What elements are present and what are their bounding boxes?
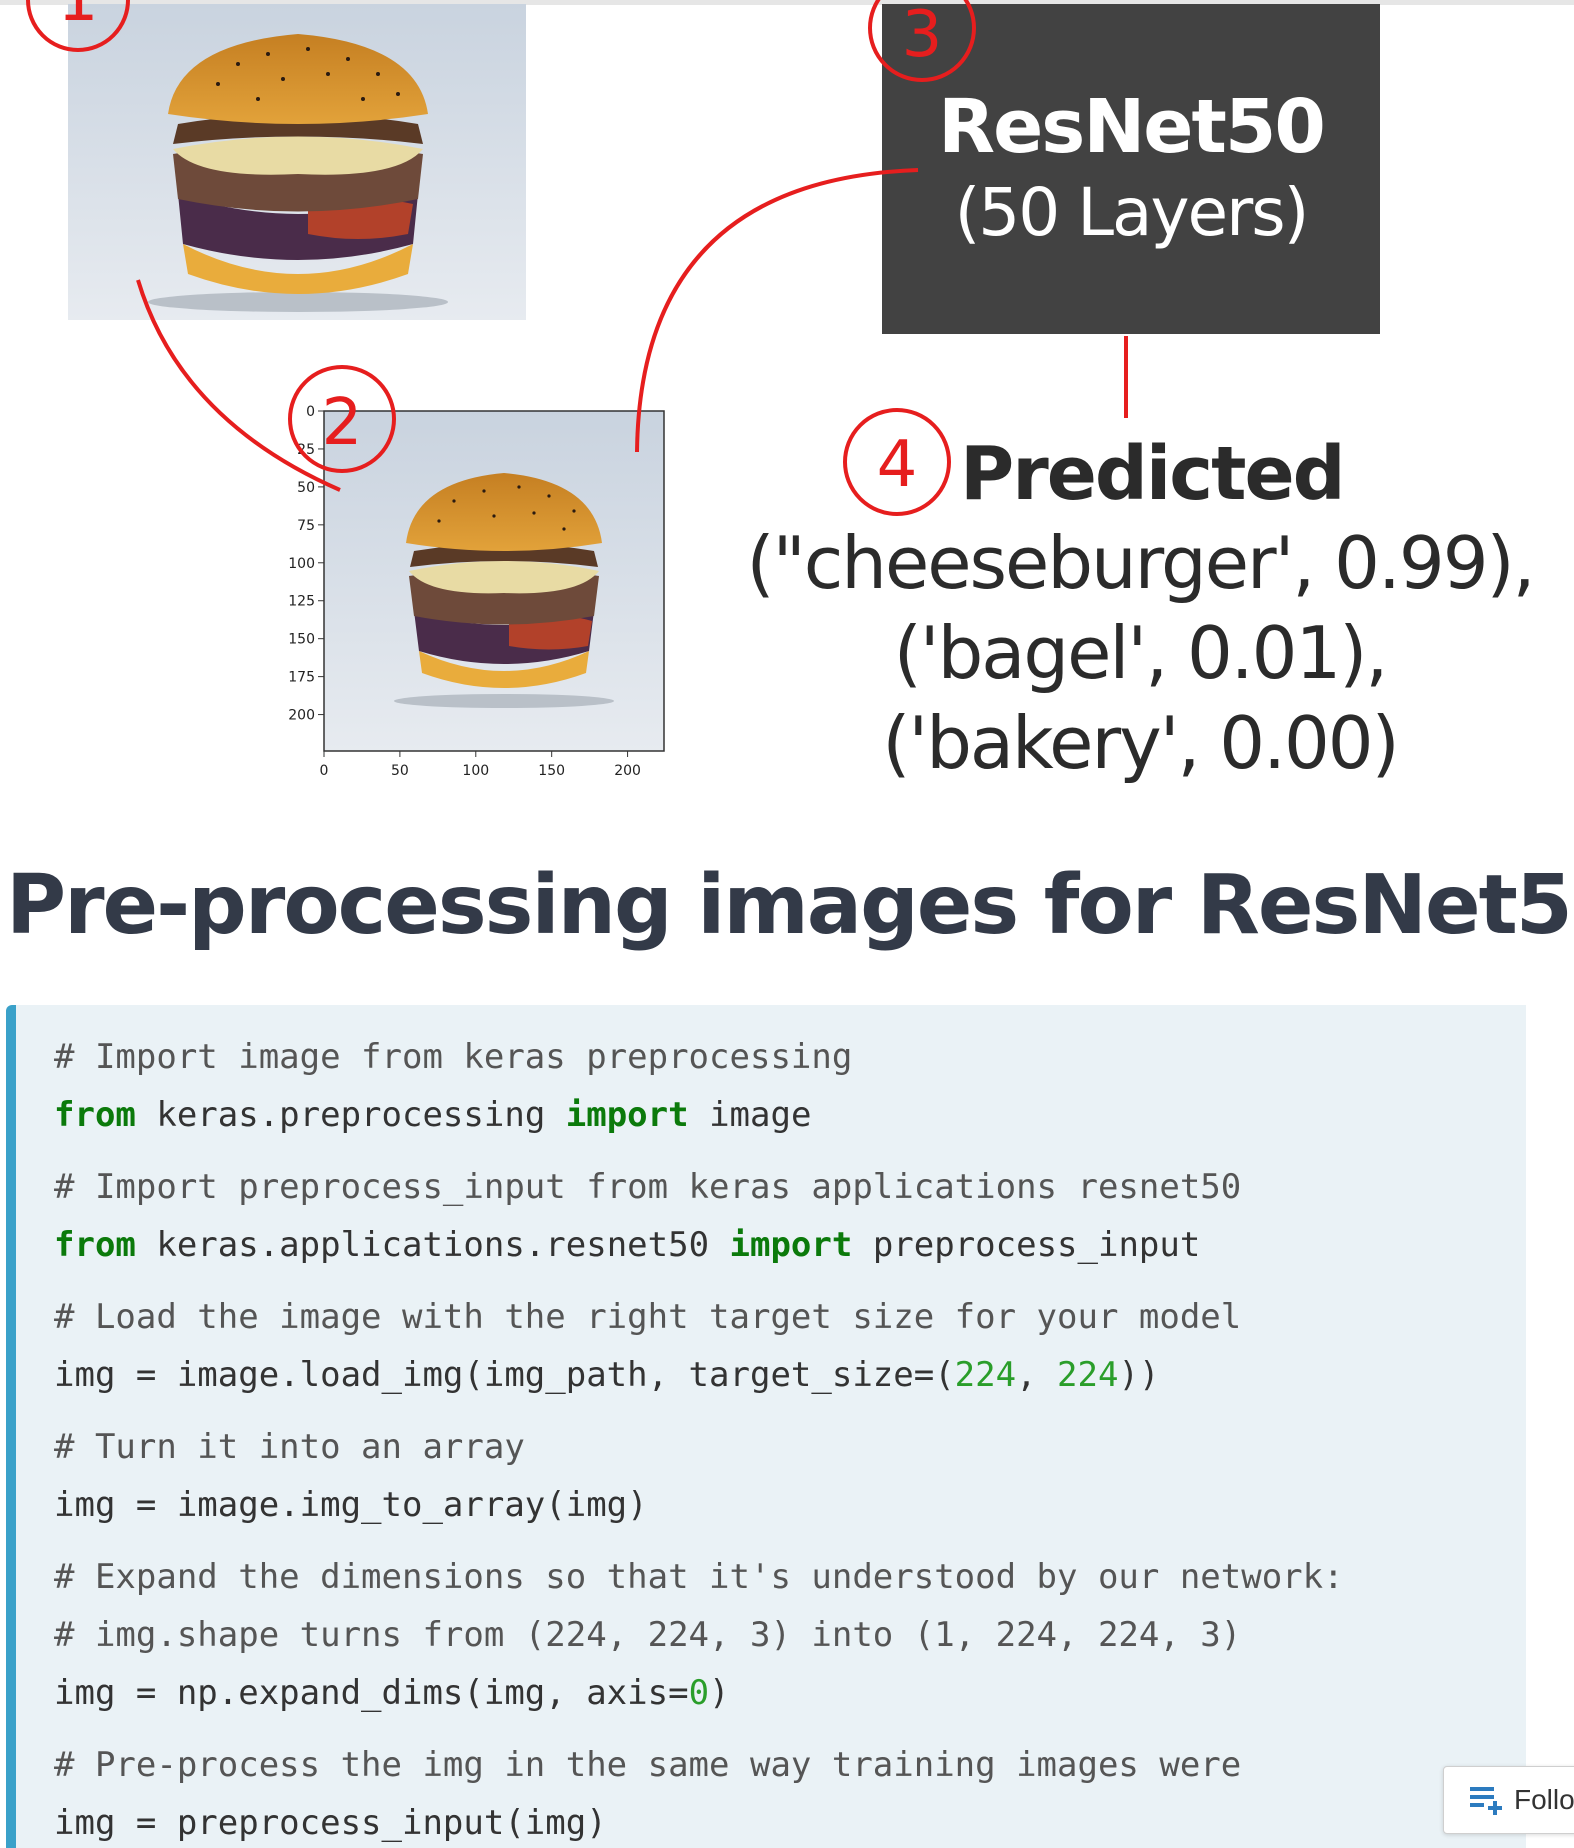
number: 0 [688,1673,710,1713]
code-text: ) [709,1673,730,1713]
marker-label-1: 1 [58,0,99,36]
code-line: img = np.expand_dims(img, axis=0) [54,1671,730,1715]
code-text: )) [1118,1355,1160,1395]
marker-label-2: 2 [322,386,363,460]
code-line: img = image.load_img(img_path, target_si… [54,1353,1159,1397]
follow-button[interactable]: Follo [1443,1766,1574,1834]
code-comment: # Pre-process the img in the same way tr… [54,1745,1242,1785]
follow-label: Follo [1514,1784,1574,1815]
code-comment: # Import image from keras preprocessing [54,1037,853,1077]
section-title: Pre-processing images for ResNet50 [6,858,1574,953]
code-text: keras.applications.resnet50 [135,1225,730,1265]
code-line: from keras.applications.resnet50 import … [54,1223,1200,1267]
number: 224 [954,1355,1017,1395]
code-comment: # Load the image with the right target s… [54,1297,1242,1337]
annotation-overlay: 1 2 3 4 [26,0,1128,516]
code-comment: # img.shape turns from (224, 224, 3) int… [54,1615,1242,1655]
number: 224 [1057,1355,1119,1395]
arrow-plot-to-model [635,168,919,453]
code-comment: # Turn it into an array [54,1427,525,1467]
code-text: , [1016,1355,1058,1395]
keyword: import [729,1225,853,1265]
code-text: img = image.load_img(img_path, target_si… [54,1355,955,1395]
code-text: preprocess_input [852,1225,1201,1265]
keyword: from [54,1225,136,1265]
keyword: import [565,1095,689,1135]
code-comment: # Expand the dimensions so that it's und… [54,1557,1344,1597]
code-block[interactable]: # Import image from keras preprocessing … [6,1005,1526,1848]
code-line: img = preprocess_input(img) [54,1803,607,1843]
code-line: img = image.img_to_array(img) [54,1485,648,1525]
follow-list-icon [1470,1787,1502,1815]
keyword: from [54,1095,136,1135]
code-text: keras.preprocessing [135,1095,566,1135]
code-text: image [688,1095,812,1135]
marker-label-3: 3 [902,0,943,72]
resnet-diagram: 0 25 50 75 100 125 150 175 200 0 50 100 150 200 ResN… [0,0,1574,820]
code-line: from keras.preprocessing import image [54,1093,811,1137]
code-text: img = np.expand_dims(img, axis= [54,1673,689,1713]
code-comment: # Import preprocess_input from keras app… [54,1167,1242,1207]
marker-label-4: 4 [877,428,918,502]
